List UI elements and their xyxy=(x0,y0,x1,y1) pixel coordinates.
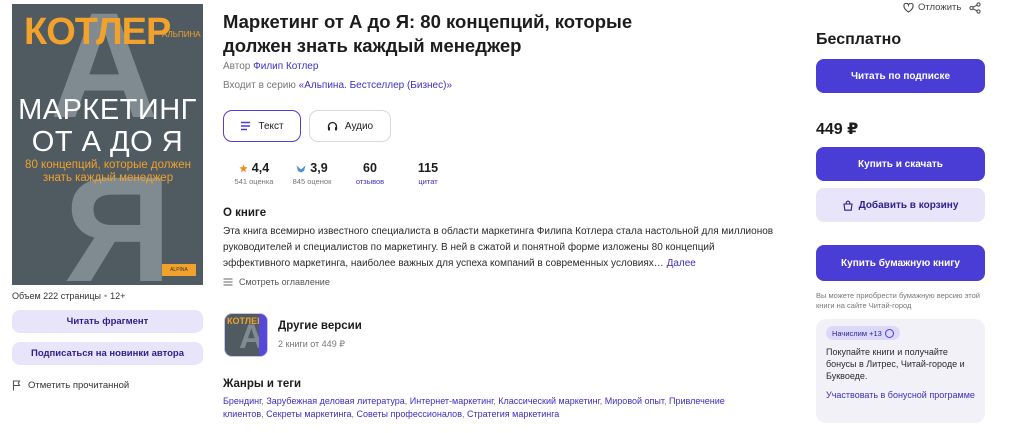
cover-subtitle: 80 концепций, которые должен знать кажды… xyxy=(25,159,191,184)
cover-author: КОТЛЕР xyxy=(24,11,171,53)
bonus-badge-label: Начислим +13 xyxy=(832,328,882,338)
series-link[interactable]: «Альпина. Бестселлер (Бизнес)» xyxy=(299,80,452,91)
genres-heading: Жанры и теги xyxy=(223,378,302,390)
bird-icon xyxy=(296,165,306,172)
postpone-button[interactable]: Отложить xyxy=(903,2,961,13)
genre-tag[interactable]: Зарубежная деловая литература xyxy=(266,396,404,406)
genre-tag[interactable]: Мировой опыт xyxy=(605,396,664,406)
postpone-label: Отложить xyxy=(918,2,962,13)
series-line: Входит в серию «Альпина. Бестселлер (Биз… xyxy=(223,80,452,91)
flag-icon xyxy=(12,380,21,391)
age-rating: 12+ xyxy=(110,291,126,301)
genre-tag[interactable]: Интернет-маркетинг xyxy=(410,396,494,406)
star-icon xyxy=(239,163,248,172)
genres-list: Брендинг, Зарубежная деловая литература,… xyxy=(223,396,725,419)
subscribe-author-button[interactable]: Подписаться на новинки автора xyxy=(12,342,203,365)
format-audio-label: Аудио xyxy=(344,120,374,132)
genre-tag[interactable]: Брендинг xyxy=(223,396,261,406)
bonus-card: Начислим +13 Покупайте книги и получайте… xyxy=(816,319,985,423)
bonus-text: Покупайте книги и получайте бонусы в Лит… xyxy=(826,347,965,381)
share-icon[interactable] xyxy=(969,2,981,14)
versions-title[interactable]: Другие версии xyxy=(278,320,362,332)
list-icon xyxy=(223,278,233,286)
paper-note: Вы можете приобрести бумажную версию это… xyxy=(816,291,980,310)
headphones-icon xyxy=(327,121,338,131)
heart-icon xyxy=(903,2,914,13)
add-to-cart-button[interactable]: Добавить в корзину xyxy=(816,188,985,222)
reviews-label: отзывов xyxy=(355,177,385,186)
book-cover[interactable]: А Я КОТЛЕР АЛЬПИНА МАРКЕТИНГ ОТ А ДО Я 8… xyxy=(12,4,203,285)
format-text-label: Текст xyxy=(258,120,284,132)
author-prefix: Автор xyxy=(223,61,251,72)
versions-subtitle: 2 книги от 449 ₽ xyxy=(278,339,345,349)
rating-count: 541 оценка xyxy=(234,177,274,186)
quotes-label: цитат xyxy=(418,177,438,186)
rating2-count: 845 оценок xyxy=(292,177,332,186)
mark-read-button[interactable]: Отметить прочитанной xyxy=(12,380,129,391)
quotes-value: 115 xyxy=(417,161,439,175)
quotes-stat[interactable]: 115 цитат xyxy=(408,161,448,186)
mark-read-label: Отметить прочитанной xyxy=(28,380,130,391)
genre-tag[interactable]: Стратегия маркетинга xyxy=(467,409,559,419)
about-text: Эта книга всемирно известного специалист… xyxy=(223,224,783,272)
bonus-badge: Начислим +13 xyxy=(826,326,900,340)
cover-publisher: АЛЬПИНА xyxy=(162,30,201,39)
rating-value: 4,4 xyxy=(251,161,270,175)
thumb-author: КОТЛЕР xyxy=(227,316,264,326)
page-count: Объем 222 страницы xyxy=(12,291,101,301)
format-text-button[interactable]: Текст xyxy=(223,110,301,142)
coin-icon xyxy=(884,328,894,338)
genre-tag[interactable]: Советы профессионалов xyxy=(357,409,462,419)
bonus-program-link[interactable]: Участвовать в бонусной программе xyxy=(826,389,976,401)
bag-icon xyxy=(842,200,853,211)
format-audio-button[interactable]: Аудио xyxy=(309,110,391,142)
reviews-stat[interactable]: 60 отзывов xyxy=(350,161,390,186)
read-fragment-button[interactable]: Читать фрагмент xyxy=(12,310,203,333)
cover-title-line1: МАРКЕТИНГ xyxy=(18,94,197,126)
rating2-value: 3,9 xyxy=(310,161,328,175)
text-lines-icon xyxy=(241,121,251,131)
buy-download-button[interactable]: Купить и скачать xyxy=(816,147,985,181)
cover-title-line2: ОТ А ДО Я xyxy=(31,126,184,158)
versions-thumbnail[interactable]: А КОТЛЕР xyxy=(224,313,268,357)
thumb-stripe xyxy=(259,314,267,356)
author-link[interactable]: Филип Котлер xyxy=(253,61,318,72)
book-meta: Объем 222 страницы • 12+ xyxy=(12,291,126,301)
reviews-value: 60 xyxy=(363,161,377,175)
about-heading: О книге xyxy=(223,207,267,219)
rating-livelib[interactable]: 3,9 845 оценок xyxy=(287,161,337,186)
genre-tag[interactable]: Секреты маркетинга xyxy=(266,409,351,419)
read-subscription-button[interactable]: Читать по подписке xyxy=(816,59,985,93)
buy-paper-book-button[interactable]: Купить бумажную книгу xyxy=(816,245,985,281)
toc-label: Смотреть оглавление xyxy=(239,277,330,287)
publisher-logo: ALPINA xyxy=(162,264,196,276)
author-line: Автор Филип Котлер xyxy=(223,61,318,72)
add-to-cart-label: Добавить в корзину xyxy=(858,199,959,211)
price-label: 449 ₽ xyxy=(816,121,859,138)
free-label: Бесплатно xyxy=(816,31,902,48)
genre-tag[interactable]: Классический маркетинг xyxy=(498,396,599,406)
book-title: Маркетинг от А до Я: 80 концепций, котор… xyxy=(223,11,633,56)
series-prefix: Входит в серию xyxy=(223,80,296,91)
rating-litres[interactable]: 4,4 541 оценка xyxy=(229,161,279,186)
read-more-link[interactable]: Далее xyxy=(667,258,696,269)
toc-link[interactable]: Смотреть оглавление xyxy=(223,277,330,287)
